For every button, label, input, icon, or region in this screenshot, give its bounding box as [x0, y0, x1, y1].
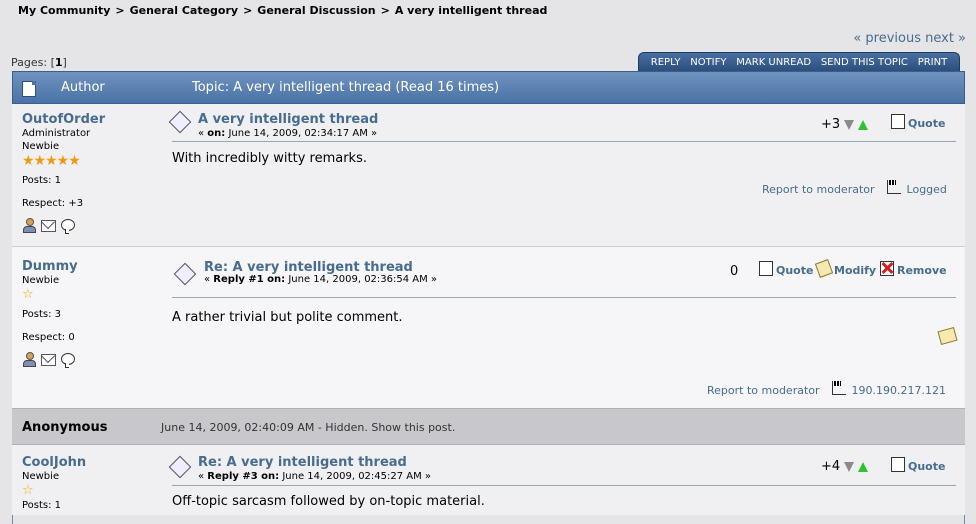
respect-count: Respect: +3	[22, 198, 84, 209]
report-to-moderator-link[interactable]: Report to moderator	[707, 384, 820, 397]
pages-label: Pages: [	[11, 56, 55, 69]
karma-score: +4	[821, 459, 869, 474]
rank-stars: ☆	[22, 287, 34, 302]
breadcrumb: My Community > General Category > General Di…	[18, 4, 547, 17]
profile-icon[interactable]	[22, 352, 36, 367]
current-page[interactable]: 1	[55, 56, 63, 69]
send-topic-button[interactable]: SEND THIS TOPIC	[821, 57, 908, 68]
poster-name[interactable]: OutofOrder	[22, 112, 105, 127]
post-count: Posts: 1	[22, 500, 62, 511]
karma-down-icon[interactable]	[844, 461, 855, 472]
poster-info: CoolJohn Newbie ☆ Posts: 1	[22, 455, 86, 512]
mark-unread-button[interactable]: MARK UNREAD	[736, 57, 811, 68]
post-date: « Reply #3 on: June 14, 2009, 02:45:27 A…	[198, 471, 432, 482]
author-column-label: Author	[61, 80, 105, 95]
topic-page-icon	[22, 81, 36, 97]
post-body: Off-topic sarcasm followed by on-topic m…	[172, 494, 485, 509]
respect-count: Respect: 0	[22, 332, 75, 343]
prev-next-links[interactable]: « previous next »	[853, 31, 966, 46]
breadcrumb-community[interactable]: My Community	[18, 4, 110, 17]
post-footer: Report to moderator Logged	[762, 180, 947, 196]
modify-icon	[814, 259, 834, 278]
post-count: Posts: 1	[22, 175, 62, 186]
quote-button[interactable]: Quote	[891, 457, 945, 473]
quote-icon	[891, 114, 905, 129]
breadcrumb-separator: >	[115, 4, 125, 17]
hidden-post-row: Anonymous June 14, 2009, 02:40:09 AM - H…	[12, 408, 965, 445]
personal-message-icon[interactable]	[61, 353, 75, 368]
message-icon	[168, 110, 192, 134]
logged-ip: Logged	[906, 183, 947, 196]
hidden-post-author: Anonymous	[22, 420, 108, 435]
quote-button[interactable]: Quote	[891, 114, 945, 130]
post-group: Newbie	[22, 471, 60, 482]
breadcrumb-separator: >	[243, 4, 253, 17]
karma-up-icon[interactable]	[858, 461, 869, 472]
email-icon[interactable]	[41, 220, 56, 232]
modify-button[interactable]: Modify	[814, 259, 876, 278]
karma-score: +3	[821, 117, 869, 132]
poster-name[interactable]: CoolJohn	[22, 455, 86, 470]
quote-icon	[891, 457, 905, 472]
post-footer: Report to moderator 190.190.217.121	[707, 381, 946, 397]
post-count: Posts: 3	[22, 309, 62, 320]
post-body: With incredibly witty remarks.	[172, 151, 367, 166]
post-body: A rather trivial but polite comment.	[172, 310, 403, 325]
email-icon[interactable]	[41, 354, 56, 366]
topic-actions-bar: REPLY NOTIFY MARK UNREAD SEND THIS TOPIC…	[638, 52, 960, 71]
pagination: Pages: [1]	[11, 56, 67, 69]
poster-ip[interactable]: 190.190.217.121	[852, 384, 946, 397]
message-icon	[173, 262, 197, 286]
rank-stars: ☆	[22, 483, 34, 498]
post-subject[interactable]: A very intelligent thread	[198, 112, 378, 127]
post: Dummy Newbie ☆ Posts: 3 Respect: 0 Re: A…	[12, 246, 965, 408]
post: CoolJohn Newbie ☆ Posts: 1 Re: A very in…	[12, 445, 965, 515]
member-group: Administrator	[22, 128, 91, 139]
ip-icon	[831, 381, 846, 395]
post-group: Newbie	[22, 141, 60, 152]
post-date: « Reply #1 on: June 14, 2009, 02:36:54 A…	[204, 274, 438, 285]
breadcrumb-topic[interactable]: A very intelligent thread	[395, 4, 548, 17]
post-date: « on: June 14, 2009, 02:34:17 AM »	[198, 128, 378, 139]
poster-info: Dummy Newbie ☆ Posts: 3 Respect: 0	[22, 259, 78, 368]
print-button[interactable]: PRINT	[918, 57, 948, 68]
poster-name[interactable]: Dummy	[22, 259, 78, 274]
topic-title: Topic: A very intelligent thread (Read 1…	[192, 80, 500, 95]
notify-button[interactable]: NOTIFY	[690, 57, 726, 68]
rank-stars: ★★★★★	[22, 153, 81, 169]
message-icon	[168, 455, 192, 479]
post: OutofOrder Administrator Newbie ★★★★★ Po…	[12, 104, 965, 246]
profile-icon[interactable]	[22, 218, 36, 233]
topic-header: Author Topic: A very intelligent thread …	[12, 71, 965, 104]
remove-icon	[880, 261, 894, 276]
pages-close: ]	[62, 56, 67, 69]
karma-score: 0	[730, 264, 739, 279]
hidden-post-info[interactable]: June 14, 2009, 02:40:09 AM - Hidden. Sho…	[161, 421, 455, 434]
personal-message-icon[interactable]	[61, 219, 75, 234]
breadcrumb-separator: >	[380, 4, 390, 17]
karma-up-icon[interactable]	[858, 119, 869, 130]
ip-icon	[886, 180, 901, 194]
karma-down-icon[interactable]	[844, 119, 855, 130]
post-subject[interactable]: Re: A very intelligent thread	[204, 260, 413, 275]
post-subject[interactable]: Re: A very intelligent thread	[198, 455, 407, 470]
report-to-moderator-link[interactable]: Report to moderator	[762, 183, 875, 196]
reply-button[interactable]: REPLY	[651, 57, 681, 68]
quote-button[interactable]: Quote	[759, 261, 813, 277]
breadcrumb-board[interactable]: General Discussion	[257, 4, 375, 17]
quick-quote-icon[interactable]	[937, 327, 958, 345]
poster-info: OutofOrder Administrator Newbie ★★★★★ Po…	[22, 112, 105, 234]
post-group: Newbie	[22, 275, 60, 286]
quote-icon	[759, 261, 773, 276]
breadcrumb-category[interactable]: General Category	[130, 4, 238, 17]
remove-button[interactable]: Remove	[880, 261, 947, 277]
